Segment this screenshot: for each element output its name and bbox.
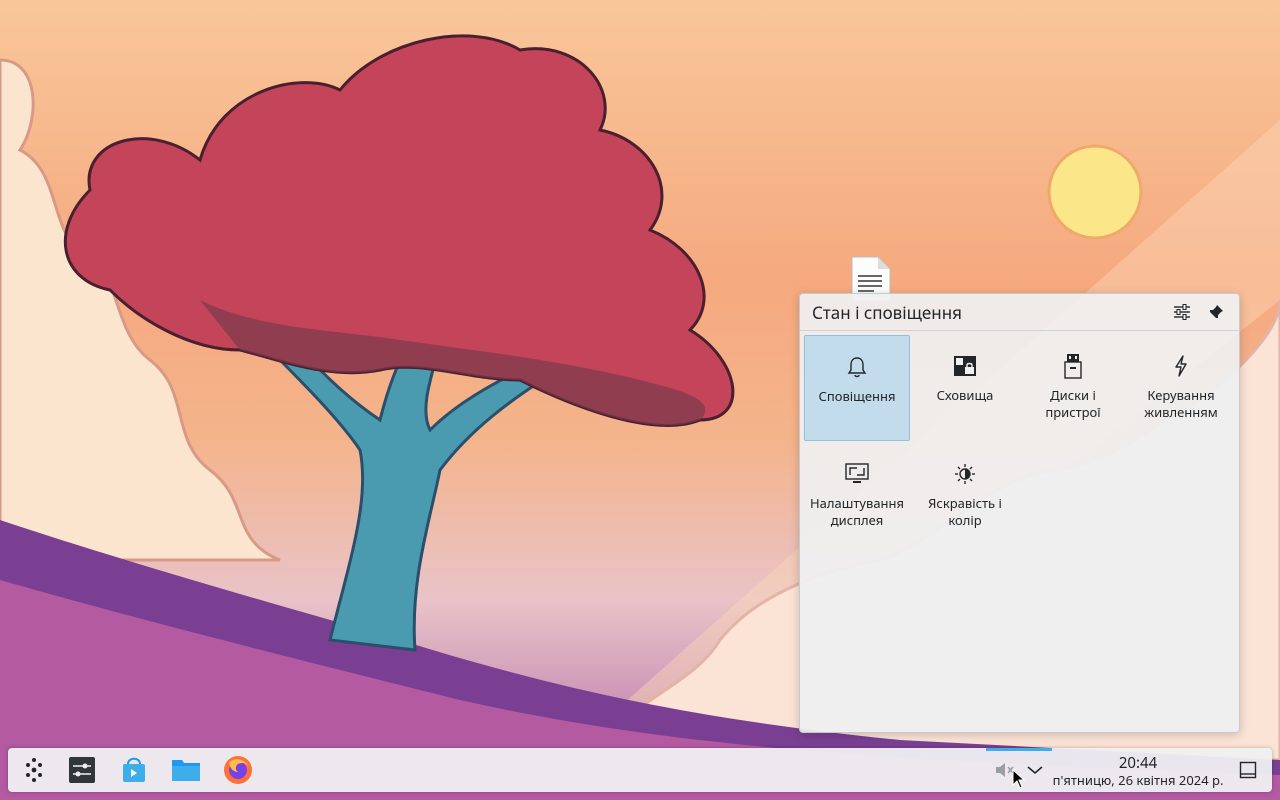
tile-label: Керування живленням [1144,386,1218,421]
tile-label: Сховища [936,386,994,404]
bell-icon [847,354,867,380]
display-icon [845,461,869,487]
tile-power-management[interactable]: Керування живленням [1128,335,1234,441]
launcher-icon [26,758,42,782]
show-desktop-icon [1239,761,1257,779]
tile-notifications[interactable]: Сповіщення [804,335,910,441]
configure-button[interactable] [1171,301,1193,323]
lightning-icon [1173,353,1189,379]
status-notifications-popup: Стан і сповіщення Сповіщення Сховища Дис… [799,293,1240,733]
brightness-icon [954,461,976,487]
tile-label: Налаштування дисплея [809,494,905,529]
system-settings-icon [69,757,95,783]
tile-display-settings[interactable]: Налаштування дисплея [804,443,910,549]
clock-date: п'ятницю, 26 квітня 2024 р. [1052,771,1224,789]
tile-label: Сповіщення [818,387,896,405]
taskbar-firefox[interactable] [222,754,254,786]
tile-brightness-color[interactable]: Яскравість і колір [912,443,1018,549]
tray-active-indicator [986,748,1052,751]
app-launcher-button[interactable] [18,754,50,786]
pin-icon [1209,305,1223,319]
popup-header: Стан і сповіщення [800,294,1239,331]
chevron-down-icon [1027,766,1043,775]
pin-button[interactable] [1205,301,1227,323]
mouse-cursor [1012,769,1026,789]
taskbar: 20:44 п'ятницю, 26 квітня 2024 р. [8,748,1272,792]
store-bag-icon [123,757,145,782]
popup-title: Стан і сповіщення [812,300,962,324]
tile-label: Яскравість і колір [928,494,1002,529]
clock-time: 20:44 [1118,753,1158,773]
digital-clock[interactable]: 20:44 п'ятницю, 26 квітня 2024 р. [1052,754,1224,788]
folder-icon [172,760,200,781]
usb-drive-icon [1064,353,1082,379]
sliders-icon [1174,304,1190,320]
taskbar-file-manager[interactable] [170,754,202,786]
tile-vaults[interactable]: Сховища [912,335,1018,441]
tile-label: Диски і пристрої [1045,386,1101,421]
tile-disks-devices[interactable]: Диски і пристрої [1020,335,1126,441]
vault-icon [953,353,977,379]
taskbar-system-settings[interactable] [66,754,98,786]
taskbar-discover[interactable] [118,754,150,786]
firefox-icon [224,756,252,784]
show-desktop-button[interactable] [1232,754,1264,786]
